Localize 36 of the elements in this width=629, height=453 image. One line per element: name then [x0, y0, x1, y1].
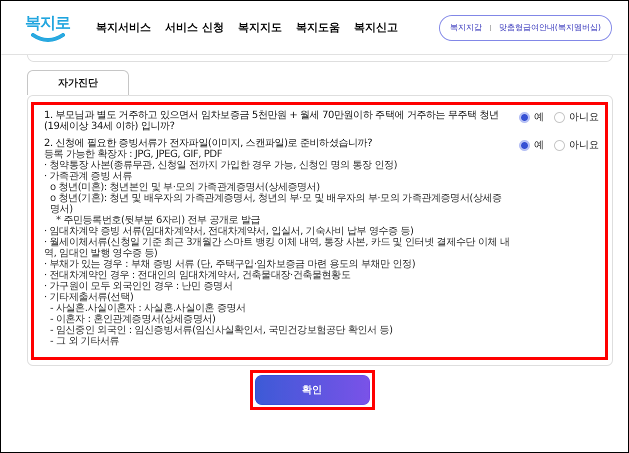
option-label: 예	[534, 111, 544, 124]
requirement-text: · 가족관계 증빙 서류	[44, 171, 133, 182]
question-text: 2. 신청에 필요한 증빙서류가 전자파일(이미지, 스캔파일)로 준비하셨습니까?	[44, 138, 374, 149]
requirement-text: · 가구원이 모두 외국인인 경우 : 난민 증명서	[44, 281, 234, 292]
radio-selected[interactable]	[519, 140, 530, 150]
nav-link[interactable]: 복지신고	[354, 20, 398, 35]
radio-button[interactable]	[554, 140, 565, 150]
requirement-text: · 청약통장 사본(종류무관, 신청일 전까지 가입한 경우 가능, 신청인 명의 통장 인정)	[44, 160, 398, 171]
requirement-text: - 임신중인 외국인 : 임신증빙서류(임신사실확인서, 국민건강보험공단 확인서 등)	[50, 325, 394, 336]
requirement-text: · 부채가 있는 경우 : 부채 증빙 서류 (단, 주택구입·임차보증금 마련 용도의 부채만 인정)	[44, 259, 416, 270]
quick-link[interactable]: 맞춤형급여안내(복지멤버십)	[498, 22, 601, 33]
option-label: 아니요	[569, 111, 599, 124]
confirm-button[interactable]: 확인	[254, 375, 370, 405]
requirement-text: - 사실혼.사실이혼자 : 사실혼.사실이혼 증명서	[50, 303, 247, 314]
requirement-text: - 그 외 기타서류	[50, 336, 120, 347]
radio-selected[interactable]	[519, 112, 530, 122]
nav-link[interactable]: 복지도움	[296, 20, 340, 35]
smile-icon	[30, 32, 66, 42]
requirement-text: o 청년(기혼): 청년 및 배우자의 가족관계증명서, 청년의 부·모 및 배우자의 부·모의 가족관계증명서(상세증명서)	[50, 193, 503, 215]
option-label: 아니요	[569, 139, 599, 152]
requirement-text: · 기타제출서류(선택)	[44, 292, 134, 303]
tab[interactable]: 자가진단	[27, 70, 129, 95]
radio-button[interactable]	[554, 112, 565, 122]
requirement-text: * 주민등록번호(뒷부분 6자리) 전부 공개로 발급	[56, 215, 262, 226]
requirement-text: o 청년(미혼): 청년본인 및 부·모의 가족관계증명서(상세증명서)	[50, 182, 321, 193]
nav-link[interactable]: 서비스 신청	[165, 20, 224, 35]
option-label: 예	[534, 139, 544, 152]
nav-link[interactable]: 복지서비스	[96, 20, 151, 35]
requirement-text: 등록 가능한 확장자 : JPG, JPEG, GIF, PDF	[44, 149, 224, 160]
quick-link[interactable]: 복지지갑	[450, 22, 482, 33]
nav-link[interactable]: 복지지도	[238, 20, 282, 35]
requirement-text: · 전대차계약인 경우 : 전대인의 임대차계약서, 건축물대장·건축물현황도	[44, 270, 352, 281]
question-text: 1. 부모님과 별도 거주하고 있으면서 임차보증금 5천만원 + 월세 70만원이하 주택에 거주하는 무주택 청년 (19세이상 34세 이하) 입니까?	[44, 110, 500, 132]
requirement-text: · 임대차계약 증빙 서류(임대차계약서, 전대차계약서, 입실서, 기숙사비 납부 영수증 등)	[44, 226, 415, 237]
requirement-text: - 이혼자 : 혼인관계증명서(상세증명서)	[50, 314, 217, 325]
requirement-text: · 월세이체서류(신청일 기준 최근 3개월간 스마트 뱅킹 이체 내역, 통장 사본, 카드 및 인터넷 결제수단 이체 내역, 임대인 발행 영수증 등)	[44, 237, 510, 259]
